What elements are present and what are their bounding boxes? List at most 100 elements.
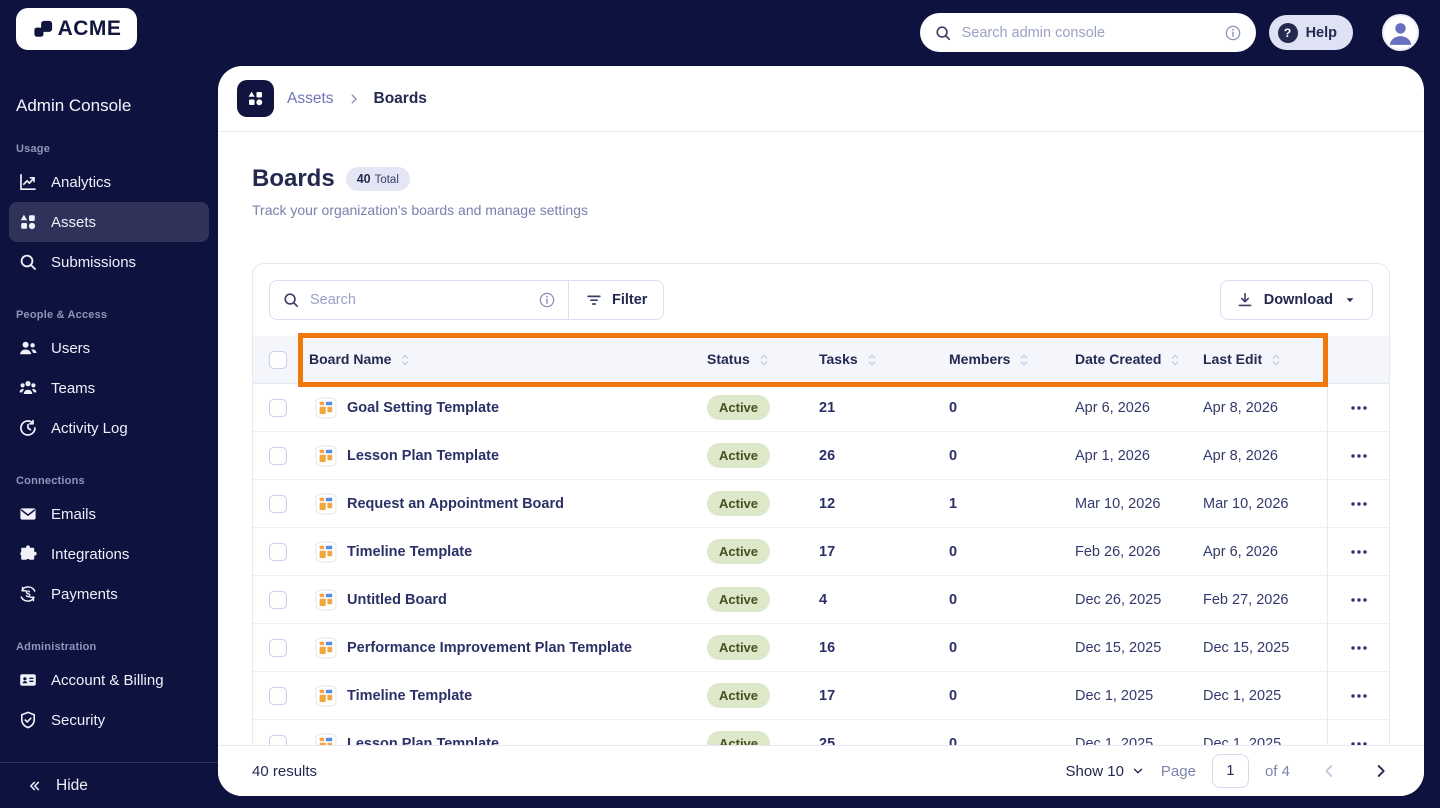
- row-checkbox[interactable]: [269, 446, 287, 465]
- members-count: 0: [949, 687, 958, 704]
- row-actions-menu[interactable]: [1348, 493, 1370, 515]
- sidebar-item-teams[interactable]: Teams: [9, 368, 209, 408]
- table-row: Lesson Plan Template Active 26 0 Apr 1, …: [253, 432, 1389, 480]
- sidebar-section: Connections Emails Integrations $ Paymen…: [0, 475, 218, 614]
- row-checkbox[interactable]: [269, 686, 287, 705]
- row-checkbox[interactable]: [269, 494, 287, 513]
- column-header-last-edit[interactable]: Last Edit: [1203, 351, 1327, 367]
- topbar-right: ? Help: [919, 13, 1419, 52]
- help-button[interactable]: ? Help: [1268, 15, 1353, 50]
- table-row: Timeline Template Active 17 0 Dec 1, 202…: [253, 672, 1389, 720]
- sidebar-section-label: Usage: [16, 143, 51, 155]
- board-name-cell[interactable]: Performance Improvement Plan Template: [301, 637, 707, 659]
- teams-icon: [18, 378, 38, 398]
- admin-search-bar[interactable]: [919, 13, 1256, 52]
- breadcrumb: Assets Boards: [218, 66, 1424, 132]
- sidebar-item-analytics[interactable]: Analytics: [9, 162, 209, 202]
- sidebar-item-integrations[interactable]: Integrations: [9, 534, 209, 574]
- acme-logo[interactable]: ACME: [16, 8, 137, 50]
- board-name-cell[interactable]: Timeline Template: [301, 685, 707, 707]
- row-actions-menu[interactable]: [1348, 685, 1370, 707]
- board-icon: [315, 445, 337, 467]
- sidebar-item-submissions[interactable]: Submissions: [9, 242, 209, 282]
- next-page-button[interactable]: [1372, 762, 1390, 780]
- filter-icon: [585, 291, 603, 309]
- sidebar-item-security[interactable]: Security: [9, 700, 209, 740]
- sort-icon: [397, 352, 413, 368]
- column-header-tasks[interactable]: Tasks: [819, 351, 949, 367]
- sidebar-item-users[interactable]: Users: [9, 328, 209, 368]
- board-name-cell[interactable]: Request an Appointment Board: [301, 493, 707, 515]
- board-name-cell[interactable]: Timeline Template: [301, 541, 707, 563]
- svg-text:$: $: [25, 589, 30, 599]
- analytics-icon: [18, 172, 38, 192]
- admin-search-input[interactable]: [961, 24, 1214, 41]
- row-checkbox[interactable]: [269, 638, 287, 657]
- row-checkbox[interactable]: [269, 590, 287, 609]
- assets-icon: [18, 212, 38, 232]
- row-actions-menu[interactable]: [1348, 397, 1370, 419]
- sidebar-section-label: Administration: [16, 641, 97, 653]
- page-number-input[interactable]: [1211, 754, 1249, 788]
- column-label: Tasks: [819, 351, 858, 368]
- row-actions-menu[interactable]: [1348, 541, 1370, 563]
- sidebar-item-emails[interactable]: Emails: [9, 494, 209, 534]
- shield-check-icon: [18, 710, 38, 730]
- members-count: 0: [949, 591, 958, 608]
- column-header-status[interactable]: Status: [707, 351, 819, 367]
- date-created: Apr 1, 2026: [1075, 447, 1150, 464]
- user-avatar[interactable]: [1382, 14, 1419, 51]
- board-name-cell[interactable]: Lesson Plan Template: [301, 445, 707, 467]
- board-icon: [315, 493, 337, 515]
- column-header-board-name[interactable]: Board Name: [301, 351, 707, 367]
- pagination: Show 10 Page of 4: [1066, 754, 1390, 788]
- show-per-page-select[interactable]: Show 10: [1066, 763, 1145, 780]
- date-created: Dec 1, 2025: [1075, 687, 1154, 704]
- members-count: 0: [949, 399, 958, 416]
- status-badge: Active: [707, 491, 771, 516]
- info-icon: [1224, 24, 1242, 42]
- caret-down-icon: [1343, 293, 1357, 307]
- column-label: Board Name: [309, 351, 392, 368]
- row-actions-menu[interactable]: [1348, 637, 1370, 659]
- column-label: Status: [707, 351, 750, 368]
- row-actions-menu[interactable]: [1348, 445, 1370, 467]
- assets-icon[interactable]: [237, 80, 274, 117]
- main-panel: Assets Boards Boards 40 Total Track your…: [218, 66, 1424, 796]
- previous-page-button[interactable]: [1320, 762, 1338, 780]
- sidebar-item-payments[interactable]: $ Payments: [9, 574, 209, 614]
- sort-icon: [864, 352, 880, 368]
- status-badge: Active: [707, 443, 771, 468]
- billing-card-icon: [18, 670, 38, 690]
- row-checkbox[interactable]: [269, 398, 287, 417]
- sidebar-item-account-billing[interactable]: Account & Billing: [9, 660, 209, 700]
- row-checkbox[interactable]: [269, 542, 287, 561]
- table-row: Timeline Template Active 17 0 Feb 26, 20…: [253, 528, 1389, 576]
- download-button[interactable]: Download: [1219, 280, 1373, 320]
- column-header-date-created[interactable]: Date Created: [1075, 351, 1203, 367]
- column-label: Members: [949, 351, 1011, 368]
- table-search-bar[interactable]: [270, 281, 568, 319]
- members-count: 0: [949, 447, 958, 464]
- table-search-input[interactable]: [310, 292, 528, 308]
- filter-button[interactable]: Filter: [568, 281, 664, 319]
- column-header-members[interactable]: Members: [949, 351, 1075, 367]
- date-created: Dec 26, 2025: [1075, 591, 1162, 608]
- info-icon: [538, 291, 556, 309]
- breadcrumb-boards: Boards: [373, 89, 427, 107]
- breadcrumb-assets[interactable]: Assets: [287, 90, 334, 108]
- sidebar-item-activity-log[interactable]: Activity Log: [9, 408, 209, 448]
- board-name-cell[interactable]: Goal Setting Template: [301, 397, 707, 419]
- board-name-cell[interactable]: Untitled Board: [301, 589, 707, 611]
- select-all-checkbox[interactable]: [269, 350, 287, 369]
- sidebar-hide-button[interactable]: Hide: [0, 762, 218, 808]
- date-created: Apr 6, 2026: [1075, 399, 1150, 416]
- sort-icon: [1268, 352, 1284, 368]
- question-icon: ?: [1277, 22, 1298, 43]
- row-actions-menu[interactable]: [1348, 589, 1370, 611]
- column-label: Date Created: [1075, 351, 1162, 368]
- table-search-group: Filter: [269, 280, 665, 320]
- sidebar-item-assets[interactable]: Assets: [9, 202, 209, 242]
- total-badge: 40 Total: [345, 167, 410, 191]
- board-icon: [315, 589, 337, 611]
